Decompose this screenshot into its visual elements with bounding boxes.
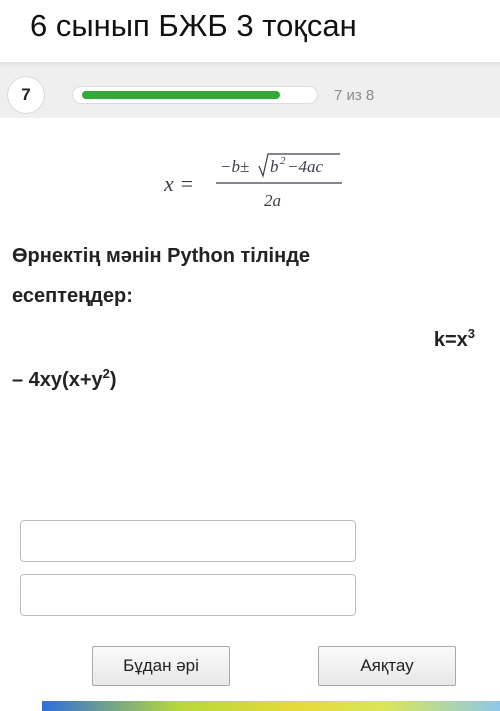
formula-lhs: x =	[164, 171, 194, 196]
progress-track	[72, 86, 318, 104]
expression-exponent-2: 2	[102, 366, 110, 381]
question-line-2: есептеңдер:	[12, 285, 133, 307]
next-button[interactable]: Бұдан әрі	[92, 646, 230, 686]
expression-part-2: – 4xy(x+y2)	[12, 366, 117, 392]
page-title: 6 сынып БЖБ 3 тоқсан	[30, 8, 357, 43]
quadratic-formula-image: x = −b± b 2 −4ac 2a	[163, 150, 354, 216]
question-number-badge[interactable]: 7	[8, 77, 44, 113]
answer-input-2[interactable]	[20, 574, 356, 616]
expression-part-1: k=x3	[434, 326, 475, 352]
progress-fill	[82, 91, 280, 99]
app-header: 6 сынып БЖБ 3 тоқсан	[0, 0, 500, 62]
formula-sqrt-b: b	[270, 157, 279, 176]
expression-exponent: 3	[467, 326, 475, 341]
question-line-1: Өрнектің мәнін Python тілінде	[12, 245, 311, 267]
formula-sqrt-exp: 2	[280, 155, 286, 167]
formula-denominator: 2a	[264, 191, 281, 210]
formula-sqrt-rest: −4ac	[287, 157, 323, 176]
finish-button[interactable]: Аяқтау	[318, 646, 456, 686]
answer-input-1[interactable]	[20, 520, 356, 562]
formula-svg: x = −b± b 2 −4ac 2a	[163, 153, 342, 210]
progress-text: 7 из 8	[334, 87, 375, 104]
question-progress-bar: 7 7 из 8	[0, 70, 500, 118]
expression-post: )	[109, 369, 117, 391]
header-divider	[0, 62, 500, 70]
question-text: Өрнектің мәнін Python тілінде есептеңдер…	[12, 236, 482, 316]
formula-numerator-pre: −b±	[220, 157, 249, 176]
expression-base: k=x	[433, 329, 468, 351]
expression-pre: – 4xy(x+y	[12, 369, 103, 391]
ad-banner-strip	[42, 701, 500, 711]
